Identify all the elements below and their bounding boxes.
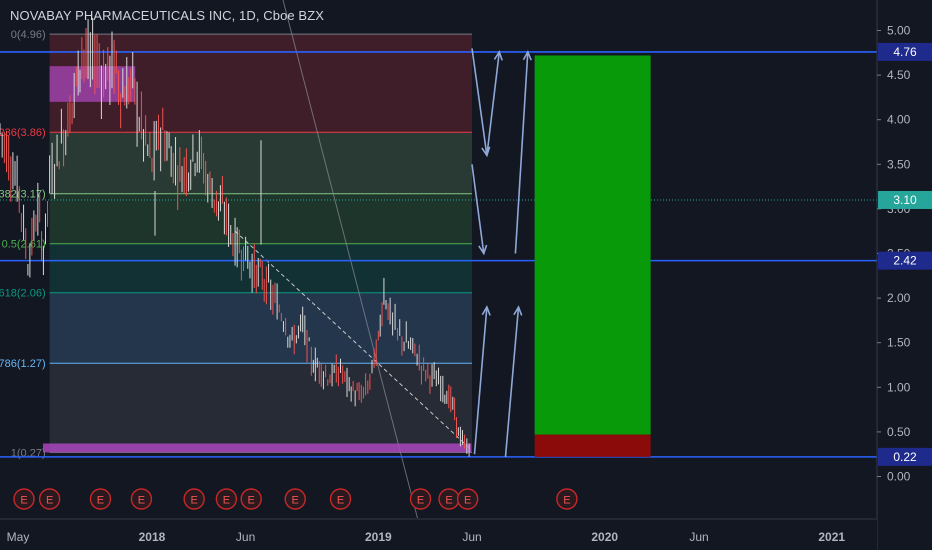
y-tick-label: 1.50 xyxy=(887,336,911,350)
price-chart[interactable]: 0(4.96)0.236(3.86)0.382(3.17)0.5(2.61)0.… xyxy=(0,0,932,550)
time-axis-background xyxy=(0,518,877,550)
y-tick-label: 4.00 xyxy=(887,113,911,127)
price-axis-background xyxy=(877,0,932,550)
fib-level-label: 0.786(1.27) xyxy=(0,358,46,370)
fib-zone xyxy=(49,363,472,453)
x-tick-label: 2018 xyxy=(139,530,166,544)
price-badge-label: 4.76 xyxy=(893,45,917,59)
earnings-marker-label: E xyxy=(464,495,471,507)
earnings-marker-label: E xyxy=(417,495,424,507)
x-tick-label: 2020 xyxy=(591,530,618,544)
earnings-marker-label: E xyxy=(563,495,570,507)
earnings-marker-label: E xyxy=(20,495,27,507)
magenta-zone-bottom xyxy=(43,443,472,453)
fib-level-label: 0.5(2.61) xyxy=(2,239,46,251)
fib-level-label: 0.382(3.17) xyxy=(0,189,46,201)
earnings-marker-label: E xyxy=(292,495,299,507)
price-badge-label: 3.10 xyxy=(893,193,917,207)
x-tick-label: 2019 xyxy=(365,530,392,544)
fib-zone xyxy=(49,292,472,364)
earnings-marker-label: E xyxy=(190,495,197,507)
fib-level-label: 0.618(2.06) xyxy=(0,288,46,300)
fib-level-label: 0(4.96) xyxy=(11,29,46,41)
x-tick-label: Jun xyxy=(689,530,708,544)
y-tick-label: 5.00 xyxy=(887,24,911,38)
y-tick-label: 2.00 xyxy=(887,291,911,305)
x-tick-label: Jun xyxy=(236,530,255,544)
earnings-marker-label: E xyxy=(138,495,145,507)
earnings-marker-label: E xyxy=(223,495,230,507)
position-loss-box xyxy=(534,434,651,457)
y-tick-label: 0.50 xyxy=(887,425,911,439)
earnings-marker-label: E xyxy=(248,495,255,507)
price-badge-label: 0.22 xyxy=(893,450,917,464)
earnings-marker-label: E xyxy=(445,495,452,507)
y-tick-label: 3.50 xyxy=(887,157,911,171)
earnings-marker-label: E xyxy=(337,495,344,507)
y-tick-label: 1.00 xyxy=(887,380,911,394)
position-profit-box xyxy=(534,55,651,435)
x-tick-label: May xyxy=(7,530,30,544)
x-tick-label: 2021 xyxy=(818,530,845,544)
fib-zone xyxy=(49,243,472,293)
y-tick-label: 4.50 xyxy=(887,68,911,82)
chart-title: NOVABAY PHARMACEUTICALS INC, 1D, Cboe BZ… xyxy=(10,8,325,23)
earnings-marker-label: E xyxy=(97,495,104,507)
y-tick-label: 0.00 xyxy=(887,470,911,484)
chart-root: 0(4.96)0.236(3.86)0.382(3.17)0.5(2.61)0.… xyxy=(0,0,932,550)
x-tick-label: Jun xyxy=(462,530,481,544)
price-badge-label: 2.42 xyxy=(893,254,917,268)
earnings-marker-label: E xyxy=(46,495,53,507)
